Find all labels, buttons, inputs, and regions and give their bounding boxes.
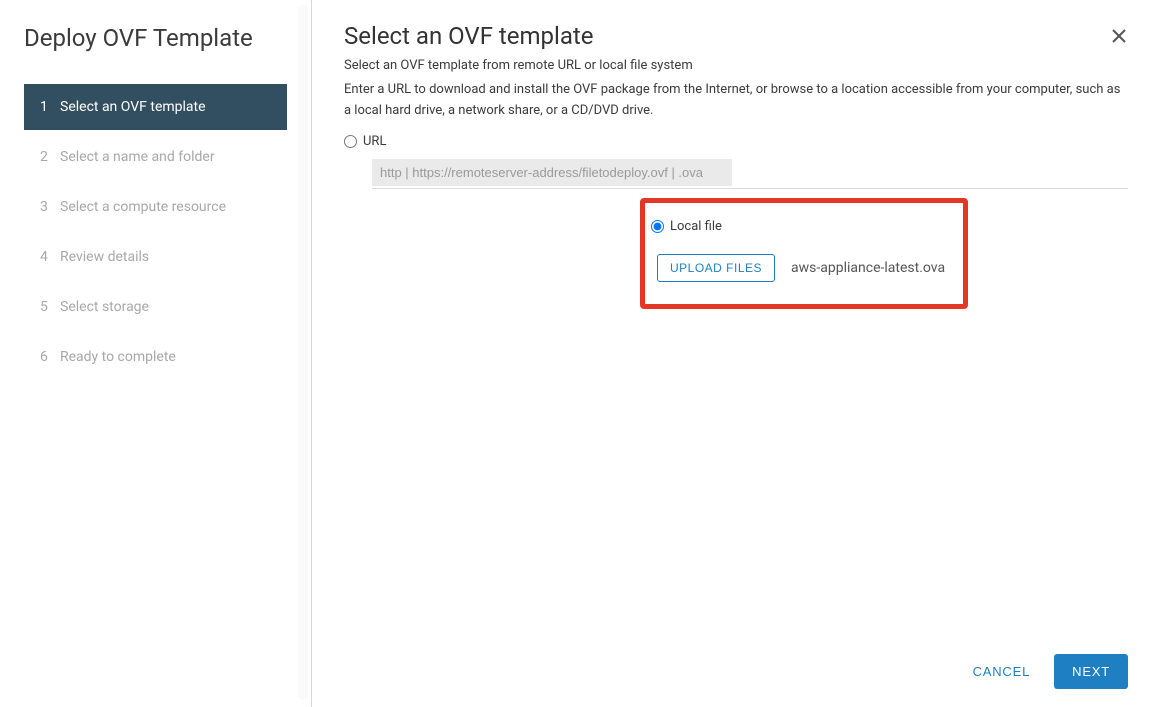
close-icon (1112, 29, 1126, 43)
cancel-button[interactable]: CANCEL (969, 656, 1035, 687)
radio-url-row: URL (344, 134, 1128, 149)
next-button[interactable]: NEXT (1054, 654, 1128, 689)
step-label: Select an OVF template (60, 99, 206, 115)
step-3-select-compute-resource[interactable]: 3 Select a compute resource (24, 184, 287, 230)
step-number: 6 (40, 349, 60, 365)
step-label: Select a name and folder (60, 149, 215, 165)
step-5-select-storage[interactable]: 5 Select storage (24, 284, 287, 330)
sidebar-scrollbar-track (298, 4, 308, 700)
step-number: 3 (40, 199, 60, 215)
wizard-sidebar: Deploy OVF Template 1 Select an OVF temp… (0, 0, 312, 707)
step-number: 2 (40, 149, 60, 165)
upload-files-button[interactable]: UPLOAD FILES (657, 254, 775, 282)
upload-row: UPLOAD FILES aws-appliance-latest.ova (657, 254, 951, 282)
step-label: Select storage (60, 299, 149, 315)
radio-local-row: Local file (651, 219, 951, 234)
local-file-highlight: Local file UPLOAD FILES aws-appliance-la… (640, 198, 968, 309)
subtitle-primary: Select an OVF template from remote URL o… (344, 58, 1128, 73)
url-input-container (372, 159, 1128, 189)
deploy-ovf-dialog: Deploy OVF Template 1 Select an OVF temp… (0, 0, 1152, 707)
radio-url-label: URL (363, 134, 386, 149)
wizard-footer: CANCEL NEXT (344, 654, 1128, 689)
radio-local-file[interactable] (651, 220, 664, 233)
step-label: Review details (60, 249, 149, 265)
close-button[interactable] (1110, 27, 1128, 45)
main-header: Select an OVF template (344, 22, 1128, 50)
radio-url[interactable] (344, 135, 357, 148)
step-label: Ready to complete (60, 349, 176, 365)
url-input[interactable] (372, 159, 732, 186)
step-number: 4 (40, 249, 60, 265)
step-number: 5 (40, 299, 60, 315)
wizard-main-panel: Select an OVF template Select an OVF tem… (312, 0, 1152, 707)
page-title: Select an OVF template (344, 22, 594, 50)
step-4-review-details[interactable]: 4 Review details (24, 234, 287, 280)
step-1-select-ovf-template[interactable]: 1 Select an OVF template (24, 84, 287, 130)
step-number: 1 (40, 99, 60, 115)
step-2-select-name-folder[interactable]: 2 Select a name and folder (24, 134, 287, 180)
wizard-steps: 1 Select an OVF template 2 Select a name… (0, 64, 311, 380)
wizard-title: Deploy OVF Template (0, 0, 311, 64)
radio-local-label: Local file (670, 219, 722, 234)
step-6-ready-to-complete[interactable]: 6 Ready to complete (24, 334, 287, 380)
step-label: Select a compute resource (60, 199, 226, 215)
uploaded-file-name: aws-appliance-latest.ova (791, 260, 945, 276)
subtitle-secondary: Enter a URL to download and install the … (344, 79, 1128, 122)
local-file-section: Local file UPLOAD FILES aws-appliance-la… (651, 219, 951, 282)
